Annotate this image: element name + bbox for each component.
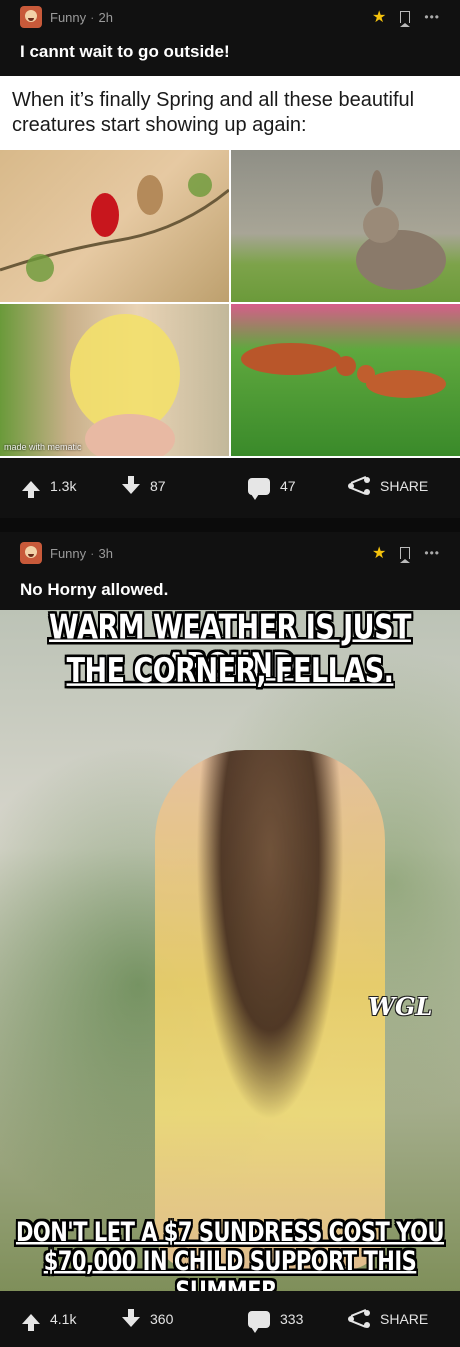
fawns-photo <box>231 304 460 456</box>
mematic-watermark: made with mematic <box>4 442 82 452</box>
upvote-button[interactable]: 1.3k <box>22 478 77 498</box>
comment-bubble-icon <box>248 477 270 500</box>
share-button[interactable]: SHARE <box>348 476 429 495</box>
post-title[interactable]: No Horny allowed. <box>20 580 168 600</box>
downvote-count: 360 <box>150 1311 174 1327</box>
upvote-arrow-icon <box>22 481 40 498</box>
meme-top-text-line-2: THE CORNER, FELLAS. <box>66 652 394 691</box>
upvote-count: 4.1k <box>50 1311 77 1327</box>
meta-separator: · <box>90 9 95 25</box>
bunny-photo <box>231 150 460 302</box>
subreddit-name[interactable]: Funny <box>50 546 86 561</box>
bookmark-icon[interactable] <box>400 547 411 563</box>
comments-button[interactable]: 47 <box>248 477 296 500</box>
downvote-count: 87 <box>150 478 166 494</box>
share-button[interactable]: SHARE <box>348 1309 429 1328</box>
cardinals-photo <box>0 150 229 302</box>
upvote-arrow-icon <box>22 1314 40 1331</box>
downvote-arrow-icon <box>122 1309 140 1327</box>
meme-caption: When it’s finally Spring and all these b… <box>12 89 415 136</box>
downvote-button[interactable]: 87 <box>122 476 166 494</box>
post-image[interactable]: When it’s finally Spring and all these b… <box>0 76 460 458</box>
vote-bar: 1.3k 87 47 SHARE <box>0 458 460 514</box>
bookmark-icon[interactable] <box>400 11 411 27</box>
vote-bar: 4.1k 360 333 SHARE <box>0 1291 460 1347</box>
post-actions: ★ ••• <box>372 542 440 564</box>
downvote-arrow-icon <box>122 476 140 494</box>
image-grid: made with mematic <box>0 150 460 456</box>
post-image[interactable]: WARM WEATHER IS JUST AROUND THE CORNER, … <box>0 610 460 1291</box>
meme-bottom-text-line-2: $70,000 IN CHILD SUPPORT THIS SUMMER. <box>43 1246 417 1291</box>
share-icon <box>348 1309 370 1328</box>
comments-button[interactable]: 333 <box>248 1310 304 1333</box>
meme-bottom-text-line-1: DON'T LET A $7 SUNDRESS COST YOU <box>15 1217 445 1247</box>
share-label: SHARE <box>380 1311 429 1327</box>
subreddit-avatar-icon[interactable] <box>20 6 42 28</box>
post-meta: Funny · 2h <box>20 6 113 28</box>
comment-bubble-icon <box>248 1310 270 1333</box>
post-card: Funny · 2h ★ ••• I cannt wait to go outs… <box>0 0 460 518</box>
share-label: SHARE <box>380 478 429 494</box>
subreddit-avatar-icon[interactable] <box>20 542 42 564</box>
wgl-logo: WGL <box>368 992 433 1021</box>
post-actions: ★ ••• <box>372 6 440 28</box>
comment-count: 47 <box>280 478 296 494</box>
star-icon[interactable]: ★ <box>372 543 386 563</box>
sundress-photo: made with mematic <box>0 304 229 456</box>
upvote-button[interactable]: 4.1k <box>22 1311 77 1331</box>
upvote-count: 1.3k <box>50 478 77 494</box>
post-age: 3h <box>98 545 113 561</box>
downvote-button[interactable]: 360 <box>122 1309 174 1327</box>
comment-count: 333 <box>280 1311 304 1327</box>
meta-separator: · <box>90 545 95 561</box>
star-icon[interactable]: ★ <box>372 7 386 27</box>
post-card: Funny · 3h ★ ••• No Horny allowed. WARM … <box>0 532 460 1347</box>
post-meta: Funny · 3h <box>20 542 113 564</box>
subreddit-name[interactable]: Funny <box>50 10 86 25</box>
more-icon[interactable]: ••• <box>424 546 440 560</box>
woman-in-sundress-photo <box>155 750 385 1270</box>
post-age: 2h <box>98 9 113 25</box>
post-title[interactable]: I cannt wait to go outside! <box>20 42 230 62</box>
share-icon <box>348 476 370 495</box>
more-icon[interactable]: ••• <box>424 10 440 24</box>
